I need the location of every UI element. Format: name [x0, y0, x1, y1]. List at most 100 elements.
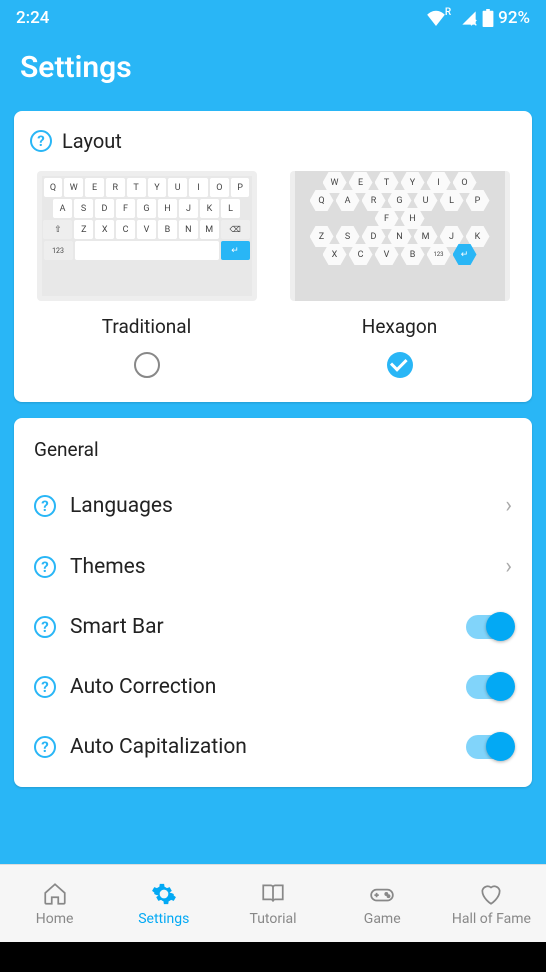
hex-key: X	[323, 244, 347, 265]
book-icon	[260, 881, 286, 907]
wifi-icon	[426, 10, 446, 26]
nav-tutorial[interactable]: Tutorial	[218, 865, 327, 942]
general-card: General ? Languages › ? Themes › ? Smart…	[14, 418, 532, 787]
layout-preview-traditional: Q W E R T Y U I O P A	[37, 171, 257, 301]
kb-key: M	[200, 220, 219, 239]
hex-key: C	[349, 244, 373, 265]
kb-key: S	[74, 199, 93, 218]
setting-label: Languages	[70, 494, 491, 518]
battery-percent: 92%	[498, 8, 530, 28]
chevron-right-icon: ›	[505, 493, 512, 518]
kb-key: C	[116, 220, 135, 239]
content-area: ? Layout Q W E R T Y U I	[0, 111, 546, 864]
help-icon[interactable]: ?	[34, 736, 56, 758]
radio-hexagon[interactable]	[387, 352, 413, 378]
setting-themes[interactable]: ? Themes ›	[14, 536, 532, 597]
kb-key: A	[53, 199, 72, 218]
gamepad-icon	[369, 881, 395, 907]
layout-header: ? Layout	[30, 129, 516, 153]
chevron-right-icon: ›	[505, 554, 512, 579]
layout-option-hexagon[interactable]: W E T Y I O Q A R G U	[283, 171, 516, 378]
toggle-auto-correction[interactable]	[466, 675, 512, 699]
kb-key: V	[137, 220, 156, 239]
kb-key: Y	[148, 178, 167, 197]
gear-icon	[151, 881, 177, 907]
nav-label: Settings	[138, 911, 189, 927]
kb-shift-key: ⇧	[43, 220, 72, 239]
hex-mode-key: 123	[427, 244, 451, 265]
kb-key: Z	[74, 220, 93, 239]
kb-key: O	[210, 178, 229, 197]
help-icon[interactable]: ?	[34, 676, 56, 698]
kb-key: U	[168, 178, 187, 197]
setting-label: Smart Bar	[70, 615, 452, 639]
nav-settings[interactable]: Settings	[109, 865, 218, 942]
setting-auto-capitalization: ? Auto Capitalization	[14, 717, 532, 777]
layout-title: Layout	[62, 129, 122, 153]
kb-enter-key: ↵	[221, 241, 250, 260]
kb-space-key	[75, 241, 219, 260]
kb-key: J	[179, 199, 198, 218]
help-icon[interactable]: ?	[34, 616, 56, 638]
kb-key: E	[85, 178, 104, 197]
heart-icon	[478, 881, 504, 907]
help-icon[interactable]: ?	[34, 556, 56, 578]
nav-label: Tutorial	[249, 911, 296, 927]
setting-smart-bar: ? Smart Bar	[14, 597, 532, 657]
kb-key: D	[95, 199, 114, 218]
layout-card: ? Layout Q W E R T Y U I	[14, 111, 532, 402]
setting-auto-correction: ? Auto Correction	[14, 657, 532, 717]
nav-hall-of-fame[interactable]: Hall of Fame	[437, 865, 546, 942]
nav-home[interactable]: Home	[0, 865, 109, 942]
toggle-auto-capitalization[interactable]	[466, 735, 512, 759]
layout-preview-hexagon: W E T Y I O Q A R G U	[290, 171, 510, 301]
kb-key: I	[189, 178, 208, 197]
home-icon	[42, 881, 68, 907]
system-nav-bar	[0, 942, 546, 972]
setting-label: Auto Capitalization	[70, 735, 452, 759]
signal-icon	[460, 10, 478, 26]
kb-key: H	[158, 199, 177, 218]
kb-back-key: ⌫	[221, 220, 250, 239]
hex-key: B	[401, 244, 425, 265]
title-bar: Settings	[0, 36, 546, 111]
help-icon[interactable]: ?	[30, 130, 52, 152]
hex-key: V	[375, 244, 399, 265]
status-right: R 92%	[426, 8, 530, 28]
kb-key: T	[127, 178, 146, 197]
hex-enter-key: ↵	[453, 244, 477, 265]
kb-key: Q	[44, 178, 63, 197]
setting-label: Auto Correction	[70, 675, 452, 699]
help-icon[interactable]: ?	[34, 495, 56, 517]
kb-key: R	[106, 178, 125, 197]
bottom-nav: Home Settings Tutorial Game Hall of Fame	[0, 864, 546, 942]
nav-label: Hall of Fame	[452, 911, 531, 927]
kb-key: X	[95, 220, 114, 239]
kb-key: N	[179, 220, 198, 239]
page-title: Settings	[20, 50, 526, 85]
general-title: General	[14, 438, 532, 475]
battery-icon	[482, 9, 494, 27]
kb-key: L	[221, 199, 240, 218]
layout-label-traditional: Traditional	[102, 315, 192, 338]
layout-options: Q W E R T Y U I O P A	[30, 171, 516, 378]
kb-mode-key: 123	[44, 241, 73, 260]
layout-option-traditional[interactable]: Q W E R T Y U I O P A	[30, 171, 263, 378]
nav-label: Home	[36, 911, 74, 927]
kb-key: K	[200, 199, 219, 218]
status-bar: 2:24 R 92%	[0, 0, 546, 36]
nav-label: Game	[364, 911, 401, 927]
status-time: 2:24	[16, 8, 49, 28]
kb-key: F	[116, 199, 135, 218]
toggle-smart-bar[interactable]	[466, 615, 512, 639]
kb-key: P	[231, 178, 250, 197]
wifi-badge: R	[445, 7, 451, 18]
nav-game[interactable]: Game	[328, 865, 437, 942]
layout-label-hexagon: Hexagon	[362, 315, 437, 338]
setting-label: Themes	[70, 555, 491, 579]
kb-key: W	[64, 178, 83, 197]
setting-languages[interactable]: ? Languages ›	[14, 475, 532, 536]
radio-traditional[interactable]	[134, 352, 160, 378]
kb-key: G	[137, 199, 156, 218]
kb-key: B	[158, 220, 177, 239]
